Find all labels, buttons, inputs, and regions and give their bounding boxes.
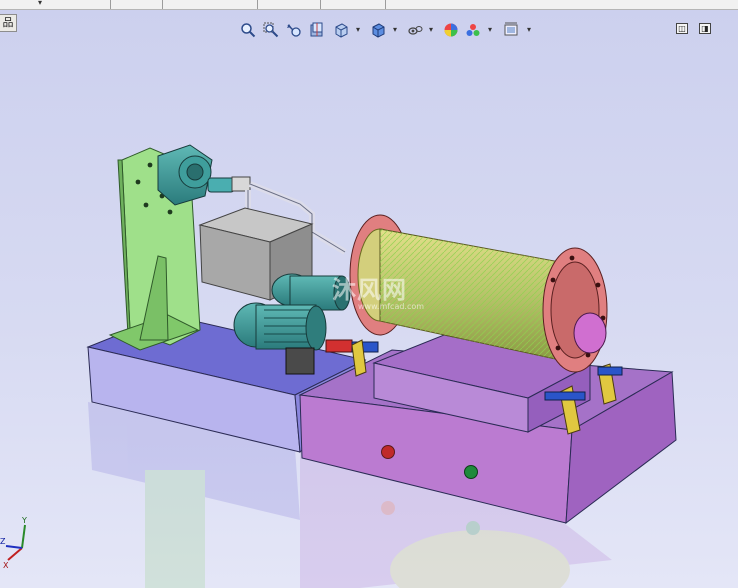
watermark-url: www.mfcad.com: [358, 302, 425, 311]
chevron-down-icon[interactable]: ▾: [525, 23, 533, 37]
chevron-down-icon[interactable]: ▾: [427, 23, 435, 37]
start-button[interactable]: [464, 465, 478, 479]
view-axis-triad: Y X Z: [0, 516, 27, 570]
zoom-to-fit-icon[interactable]: [238, 19, 258, 41]
divider: [110, 0, 111, 9]
divider: [385, 0, 386, 9]
chevron-down-icon[interactable]: ▾: [38, 0, 42, 7]
chevron-down-icon[interactable]: ▾: [486, 23, 494, 37]
view-orientation-icon[interactable]: [331, 19, 351, 41]
y-axis-label: Y: [21, 516, 27, 525]
previous-view-icon[interactable]: [284, 19, 304, 41]
apply-scene-icon[interactable]: [463, 19, 483, 41]
feature-tree-tab[interactable]: 品: [0, 14, 17, 32]
hide-show-items-icon[interactable]: [405, 19, 425, 41]
title-strip: ▾: [0, 0, 738, 10]
x-axis-label: X: [3, 561, 9, 570]
gearbox[interactable]: [157, 144, 251, 206]
view-settings-icon[interactable]: [501, 19, 521, 41]
divider: [162, 0, 163, 9]
stop-button[interactable]: [381, 445, 395, 459]
split-view-left-button[interactable]: ◫: [676, 23, 688, 34]
edit-appearance-icon[interactable]: [441, 19, 461, 41]
divider: [320, 0, 321, 9]
chevron-down-icon[interactable]: ▾: [354, 23, 362, 37]
graphics-viewport[interactable]: Y X Z: [0, 40, 738, 588]
chevron-down-icon[interactable]: ▾: [391, 23, 399, 37]
section-view-icon[interactable]: [307, 19, 327, 41]
divider: [257, 0, 258, 9]
watermark-logo: 沐风网: [332, 276, 407, 304]
display-style-icon[interactable]: [368, 19, 388, 41]
z-axis-label: Z: [0, 537, 6, 546]
split-view-right-button[interactable]: ◨: [699, 23, 711, 34]
zoom-to-area-icon[interactable]: [261, 19, 281, 41]
